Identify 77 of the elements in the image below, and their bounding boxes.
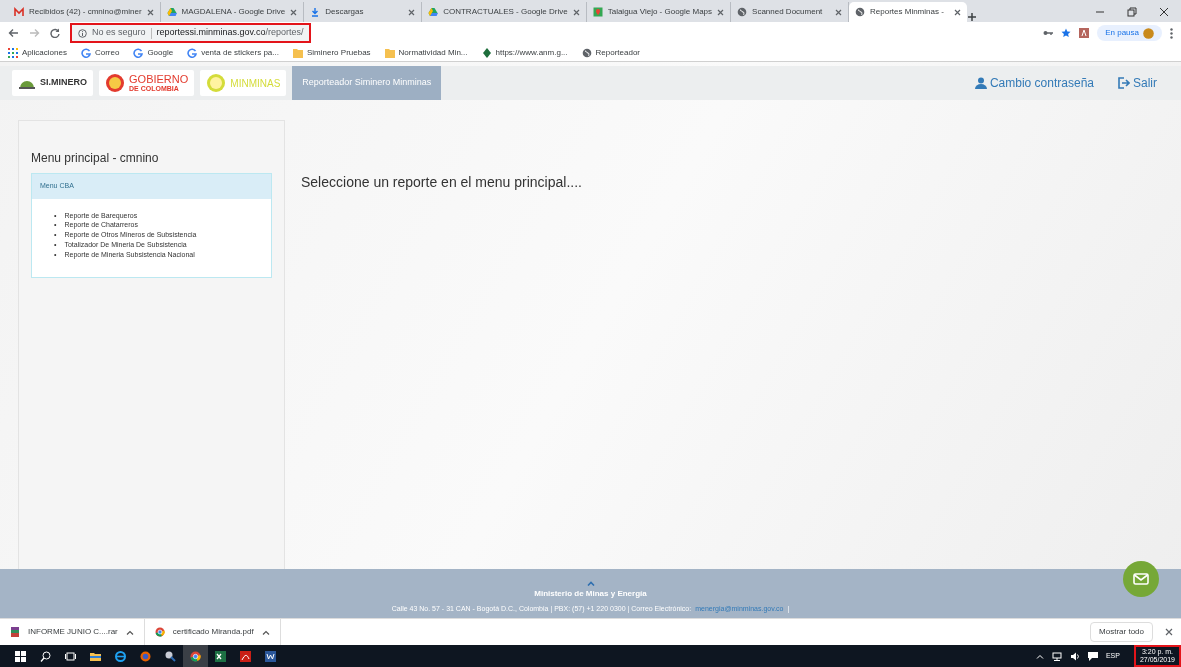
bookmark-link[interactable]: Aplicaciones <box>8 46 67 59</box>
caret-up-icon <box>261 629 270 635</box>
new-tab-icon[interactable] <box>967 12 978 22</box>
map-pin-icon <box>592 7 603 17</box>
logo-badge: MINMINAS <box>200 70 287 96</box>
pdf-icon <box>240 650 251 662</box>
mail-icon <box>14 7 24 17</box>
instruction-text: Seleccione un reporte en el menu principal.... <box>301 173 583 192</box>
envelope-icon <box>1133 572 1149 585</box>
star-icon[interactable] <box>1061 28 1072 38</box>
google-g-icon <box>80 47 91 58</box>
menu-icon[interactable] <box>1170 27 1173 39</box>
browser-tab[interactable]: Reportes Minminas - <box>849 2 968 22</box>
globe-icon <box>581 47 592 58</box>
google-g-icon <box>133 47 144 58</box>
spreadsheet-icon <box>215 650 226 662</box>
close-icon[interactable] <box>408 8 416 16</box>
globe-icon <box>737 7 748 17</box>
reload-icon[interactable] <box>50 28 60 38</box>
nav-link[interactable]: Cambio contraseña <box>974 74 1094 92</box>
close-icon[interactable] <box>290 8 298 16</box>
extension-icon[interactable] <box>1079 28 1090 38</box>
close-icon[interactable] <box>717 8 725 16</box>
key-icon[interactable] <box>1043 29 1054 37</box>
apps-grid-icon <box>8 47 18 58</box>
speaker-icon[interactable] <box>1069 651 1080 661</box>
show-all-button[interactable]: Mostrar todo <box>1090 622 1153 642</box>
sidebar-title: Menu principal - cmnino <box>31 150 160 167</box>
nav-link[interactable]: Salir <box>1118 74 1157 92</box>
bookmark-link[interactable]: Normatividad Min... <box>384 46 468 59</box>
folder-icon <box>384 47 395 58</box>
search-icon <box>40 650 51 662</box>
close-icon[interactable] <box>1159 7 1169 17</box>
bookmark-link[interactable]: https://www.anm.g... <box>481 46 568 59</box>
chrome-icon <box>154 627 165 637</box>
restore-icon[interactable] <box>1127 7 1137 17</box>
bookmark-link[interactable]: Reporteador <box>581 46 641 59</box>
chrome-icon <box>190 650 201 662</box>
archive-icon <box>10 627 20 637</box>
chrome-taskbar-button[interactable] <box>183 645 208 667</box>
security-label: No es seguro <box>92 26 146 40</box>
url-text: reportessi.minminas.gov.co/reportes/ <box>156 26 304 40</box>
diamond-icon <box>481 47 492 58</box>
address-bar[interactable]: No es seguro reportessi.minminas.gov.co/reportes/ <box>70 23 312 43</box>
document-icon <box>265 650 276 662</box>
close-icon[interactable] <box>1165 628 1173 636</box>
user-icon <box>974 77 987 89</box>
emblem-icon <box>105 73 125 93</box>
task-view-icon <box>65 650 76 662</box>
bookmark-link[interactable]: venta de stickers pa... <box>187 46 279 59</box>
windows-logo-icon <box>15 650 26 662</box>
caret-up-icon <box>125 629 134 635</box>
folder-icon <box>293 47 303 58</box>
notification-icon[interactable] <box>1087 651 1098 661</box>
bookmark-link[interactable]: Google <box>133 46 174 59</box>
network-icon[interactable] <box>1051 651 1062 661</box>
e-logo-icon <box>115 650 126 662</box>
profile-button[interactable]: En pausa <box>1097 25 1162 41</box>
back-icon[interactable] <box>8 28 19 38</box>
bookmark-link[interactable]: Correo <box>80 46 120 59</box>
logo-badge: SI.MINERO <box>12 70 93 96</box>
close-icon[interactable] <box>954 8 962 16</box>
bookmark-link[interactable]: Siminero Pruebas <box>293 46 371 59</box>
drive-icon <box>428 7 439 17</box>
drive-icon <box>166 7 177 17</box>
google-g-icon <box>187 47 198 58</box>
close-icon[interactable] <box>572 8 580 16</box>
close-icon[interactable] <box>146 8 154 16</box>
download-icon <box>310 7 321 17</box>
folder-icon <box>90 650 101 662</box>
close-icon[interactable] <box>835 8 843 16</box>
footer-title: Ministerio de Minas y Energía <box>533 587 648 600</box>
logout-icon <box>1118 77 1130 89</box>
info-icon <box>78 28 87 38</box>
avatar-icon <box>1143 27 1154 39</box>
emblem-icon <box>206 73 227 93</box>
globe-icon <box>855 7 866 17</box>
